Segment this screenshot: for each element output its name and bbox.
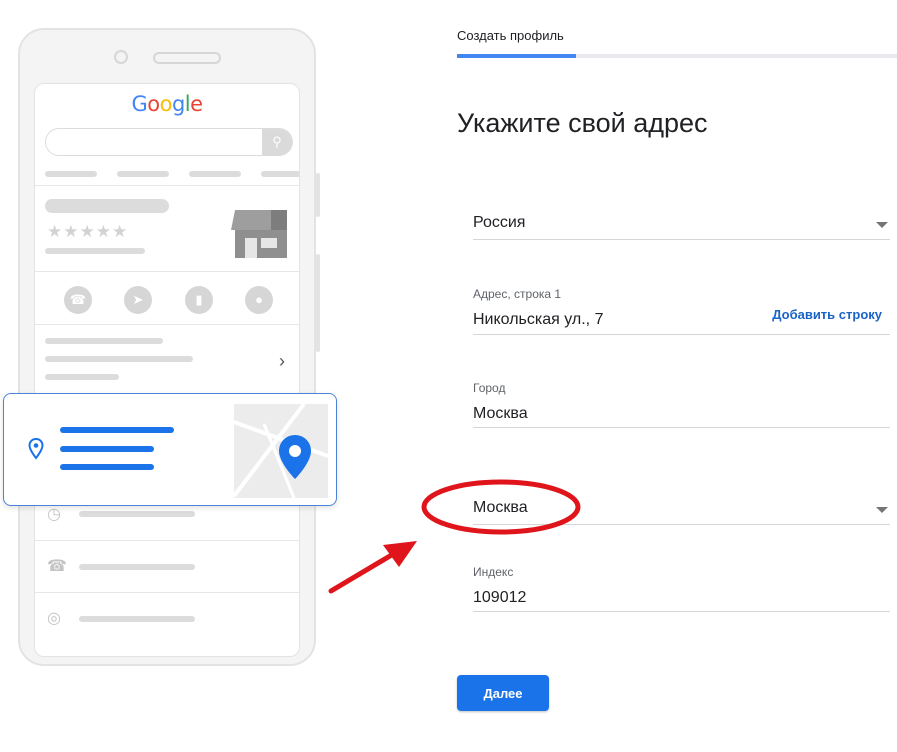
progress-bar: [457, 54, 897, 58]
search-bar: ⚲: [45, 128, 293, 156]
tab-create-profile: Создать профиль: [457, 28, 564, 43]
placeholder-bar: [45, 356, 193, 362]
speaker-slot: [153, 52, 221, 64]
placeholder-bar: [79, 511, 195, 517]
side-button: [316, 173, 320, 217]
camera-icon: [114, 50, 128, 64]
address-line-placeholder: [60, 427, 174, 433]
placeholder-bar: [79, 616, 195, 622]
address-line-placeholder: [60, 446, 154, 452]
postal-code-label: Индекс: [473, 565, 514, 579]
add-line-button[interactable]: Добавить строку: [772, 307, 882, 322]
clock-icon: ◷: [47, 506, 61, 523]
divider: [35, 185, 299, 186]
placeholder-bar: [79, 564, 195, 570]
placeholder-bar: [45, 338, 163, 344]
city-field[interactable]: Город Москва: [473, 378, 890, 428]
phone-icon: ☎: [64, 286, 92, 314]
phone-illustration: Google ⚲ ★★★★★ ☎ ➤ ▮ ● › ◷ ☎ ◎: [18, 28, 320, 666]
postal-code-field[interactable]: Индекс 109012: [473, 562, 890, 612]
google-logo: Google: [131, 92, 203, 116]
page-title: Укажите свой адрес: [457, 108, 708, 138]
progress-bar-fill: [457, 54, 576, 58]
city-value: Москва: [473, 405, 528, 422]
country-value: Россия: [473, 214, 526, 231]
directions-icon: ➤: [124, 286, 152, 314]
next-button[interactable]: Далее: [457, 675, 549, 711]
address-line1-label: Адрес, строка 1: [473, 287, 562, 301]
map-thumbnail: [234, 404, 328, 498]
placeholder-bar: [45, 248, 145, 254]
placeholder-bar: [189, 171, 241, 177]
globe-icon: ●: [245, 286, 273, 314]
divider: [35, 271, 299, 272]
address-line1-value: Никольская ул., 7: [473, 311, 604, 328]
side-button: [316, 254, 320, 352]
address-line1-field[interactable]: Адрес, строка 1 Никольская ул., 7 Добави…: [473, 284, 890, 335]
postal-code-value: 109012: [473, 589, 527, 606]
phone-icon: ☎: [47, 558, 67, 575]
placeholder-bar: [45, 199, 169, 213]
map-pin-icon: [279, 435, 311, 479]
divider: [35, 324, 299, 325]
chevron-down-icon: [876, 222, 888, 228]
phone-screen: Google ⚲ ★★★★★ ☎ ➤ ▮ ● › ◷ ☎ ◎: [34, 83, 300, 657]
chevron-right-icon: ›: [279, 351, 285, 371]
rating-stars: ★★★★★: [47, 222, 129, 241]
divider: [35, 592, 299, 593]
country-select[interactable]: Россия: [473, 200, 890, 240]
placeholder-bar: [45, 171, 97, 177]
location-pin-icon: [28, 438, 44, 460]
search-icon: ⚲: [262, 129, 292, 155]
chevron-down-icon: [876, 507, 888, 513]
storefront-icon: [231, 210, 287, 258]
city-label: Город: [473, 381, 506, 395]
placeholder-bar: [261, 171, 299, 177]
divider: [35, 540, 299, 541]
placeholder-bar: [45, 374, 119, 380]
globe-icon: ◎: [47, 610, 61, 627]
address-callout-card: [3, 393, 337, 506]
annotation-arrow: [328, 541, 417, 594]
annotation-ellipse: [421, 479, 581, 535]
placeholder-bar: [117, 171, 169, 177]
bookmark-icon: ▮: [185, 286, 213, 314]
address-line-placeholder: [60, 464, 154, 470]
